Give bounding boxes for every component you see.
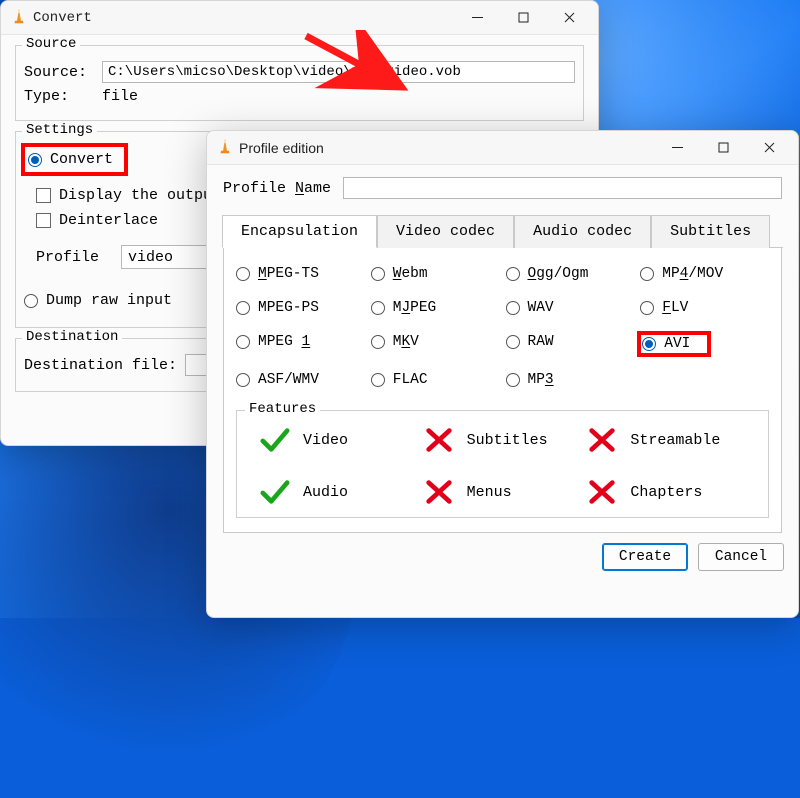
type-label: Type: [24,88,102,105]
format-radio-mp3[interactable]: MP3 [506,372,554,388]
format-label: FLAC [393,372,428,388]
format-label: AVI [664,336,690,352]
profile-name-label: Profile Name [223,180,331,197]
feature-chapters: Chapters [584,477,748,507]
cross-icon [421,425,457,455]
profile-label: Profile [36,249,99,266]
tab-bar: EncapsulationVideo codecAudio codecSubti… [222,215,783,248]
format-radio-ogg-ogm[interactable]: Ogg/Ogm [506,266,589,282]
profile-edition-window: Profile edition Profile Name Encapsulati… [206,130,799,618]
format-radio-raw[interactable]: RAW [506,334,554,350]
format-radio-mp4-mov[interactable]: MP4/MOV [640,266,723,282]
format-radio-flv[interactable]: FLV [640,300,688,316]
format-radio-mpeg-ps[interactable]: MPEG-PS [236,300,319,316]
features-group: Features VideoSubtitlesStreamableAudioMe… [236,410,769,518]
cross-icon [421,477,457,507]
format-label: MJPEG [393,300,437,316]
profile-select-value: video [128,249,173,266]
format-radio-asf-wmv[interactable]: ASF/WMV [236,372,319,388]
type-value: file [102,88,138,105]
display-output-checkbox[interactable]: Display the output [36,187,221,204]
check-icon [257,425,293,455]
feature-audio: Audio [257,477,421,507]
format-radio-flac[interactable]: FLAC [371,372,428,388]
maximize-button[interactable] [500,2,546,34]
feature-menus: Menus [421,477,585,507]
settings-group-legend: Settings [22,122,97,138]
format-radio-mpeg-1[interactable]: MPEG 1 [236,334,310,350]
vlc-icon [11,9,27,27]
cross-icon [584,477,620,507]
deinterlace-label: Deinterlace [59,212,158,229]
format-label: Ogg/Ogm [528,266,589,282]
format-label: MPEG-TS [258,266,319,282]
format-label: MPEG 1 [258,334,310,350]
dump-raw-label: Dump raw input [46,292,172,309]
format-radio-mkv[interactable]: MKV [371,334,419,350]
source-input[interactable] [102,61,575,83]
format-label: MKV [393,334,419,350]
format-radio-webm[interactable]: Webm [371,266,428,282]
feature-streamable: Streamable [584,425,748,455]
vlc-icon [217,139,233,157]
feature-video: Video [257,425,421,455]
format-radio-mjpeg[interactable]: MJPEG [371,300,437,316]
tab-subtitles[interactable]: Subtitles [651,215,770,248]
display-output-label: Display the output [59,187,221,204]
cross-icon [584,425,620,455]
format-label: RAW [528,334,554,350]
maximize-button[interactable] [700,132,746,164]
feature-label: Streamable [630,432,720,449]
format-label: MPEG-PS [258,300,319,316]
profile-name-input[interactable] [343,177,782,199]
encapsulation-panel: MPEG-TS Webm Ogg/Ogm MP4/MOV MPEG-PS MJPEG WAV… [223,248,782,533]
source-group-legend: Source [22,36,80,52]
source-label: Source: [24,64,102,81]
feature-label: Chapters [630,484,702,501]
feature-label: Video [303,432,348,449]
format-radio-wav[interactable]: WAV [506,300,554,316]
tab-audio-codec[interactable]: Audio codec [514,215,651,248]
format-label: FLV [662,300,688,316]
convert-radio[interactable]: Convert [24,146,125,173]
dump-raw-radio[interactable]: Dump raw input [24,292,172,309]
feature-label: Menus [467,484,512,501]
tab-encapsulation[interactable]: Encapsulation [222,215,377,248]
close-button[interactable] [746,132,792,164]
profile-titlebar[interactable]: Profile edition [207,131,798,165]
destination-group-legend: Destination [22,329,122,345]
source-group: Source Source: Type: file [15,45,584,121]
format-radio-avi[interactable]: AVI [640,334,708,354]
convert-titlebar[interactable]: Convert [1,1,598,35]
feature-label: Subtitles [467,432,548,449]
check-icon [257,477,293,507]
destination-file-label: Destination file: [24,357,177,374]
feature-label: Audio [303,484,348,501]
deinterlace-checkbox[interactable]: Deinterlace [36,212,158,229]
minimize-button[interactable] [654,132,700,164]
format-label: WAV [528,300,554,316]
format-label: MP4/MOV [662,266,723,282]
cancel-button[interactable]: Cancel [698,543,784,571]
convert-radio-label: Convert [50,151,113,168]
feature-subtitles: Subtitles [421,425,585,455]
format-label: Webm [393,266,428,282]
profile-window-title: Profile edition [239,140,654,156]
features-group-legend: Features [245,401,320,417]
tab-video-codec[interactable]: Video codec [377,215,514,248]
create-button[interactable]: Create [602,543,688,571]
format-radio-mpeg-ts[interactable]: MPEG-TS [236,266,319,282]
convert-window-title: Convert [33,10,454,26]
close-button[interactable] [546,2,592,34]
format-label: MP3 [528,372,554,388]
format-label: ASF/WMV [258,372,319,388]
minimize-button[interactable] [454,2,500,34]
